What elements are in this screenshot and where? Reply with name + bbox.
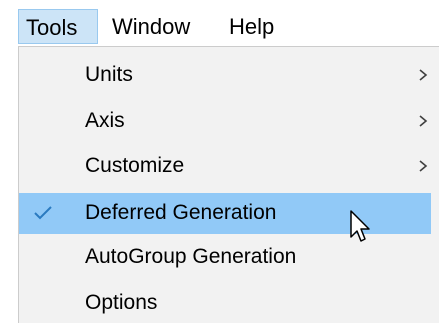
menu-help[interactable]: Help <box>229 9 289 44</box>
menu-item-label: Customize <box>85 154 185 177</box>
menu-item-axis[interactable]: Axis <box>19 101 431 142</box>
menu-item-units[interactable]: Units <box>19 55 431 96</box>
menu-item-options[interactable]: Options <box>19 283 431 324</box>
checkmark-icon <box>34 206 52 220</box>
mouse-pointer-icon <box>350 210 370 242</box>
menu-item-label: Axis <box>85 109 125 132</box>
menu-item-label: AutoGroup Generation <box>85 245 297 268</box>
menu-item-label: Options <box>85 291 158 314</box>
menu-item-customize[interactable]: Customize <box>19 146 431 187</box>
menu-bar: Tools Window Help <box>0 0 439 46</box>
menu-item-label: Deferred Generation <box>85 201 277 224</box>
menu-window[interactable]: Window <box>112 9 212 44</box>
menu-tools[interactable]: Tools <box>18 9 98 44</box>
menu-item-label: Units <box>85 63 133 86</box>
app-window: Tools Window Help Units Axis Customize D… <box>0 0 439 325</box>
chevron-right-icon <box>419 160 428 172</box>
chevron-right-icon <box>419 69 428 81</box>
chevron-right-icon <box>419 115 428 127</box>
tools-dropdown-menu: Units Axis Customize Deferred Generation <box>18 46 439 323</box>
